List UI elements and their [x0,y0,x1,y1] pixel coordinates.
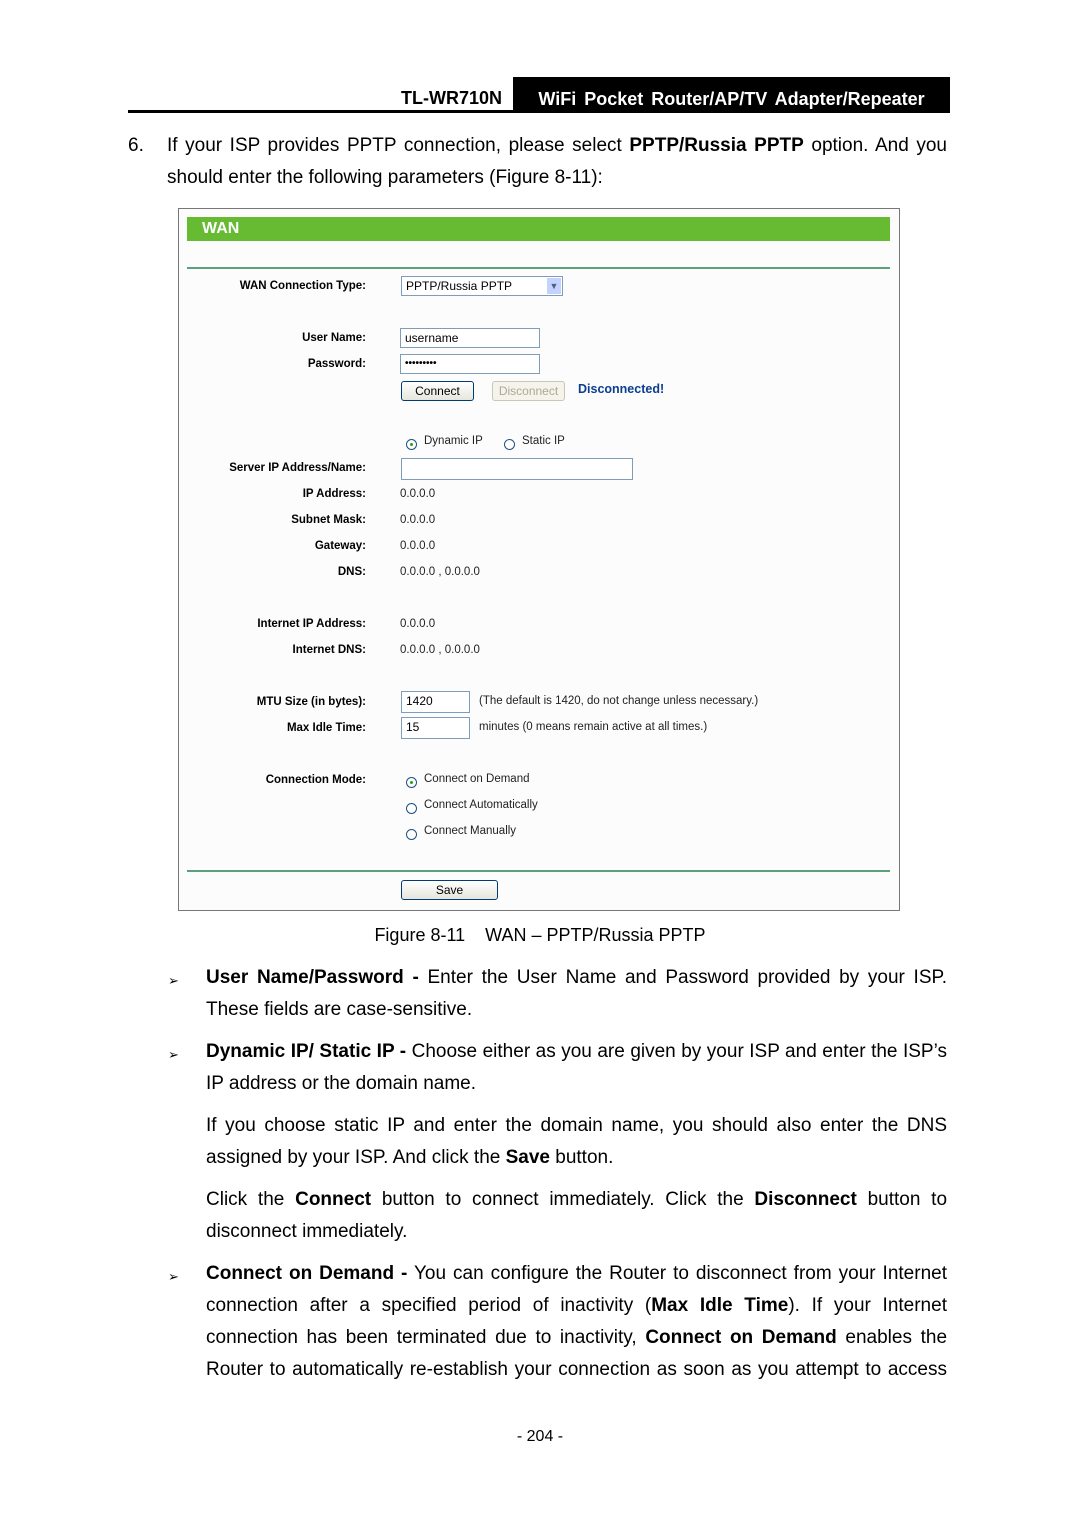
text: button. [549,1147,614,1168]
bold: Connect [295,1189,372,1210]
mode-label: Connection Mode: [265,774,366,786]
wan-type-select[interactable]: PPTP/Russia PPTP ▼ [401,276,563,296]
header-model: TL-WR710N [400,88,502,108]
gateway-value: 0.0.0.0 [400,540,436,552]
connect-on-demand-label: Connect on Demand [424,773,530,785]
idle-hint: minutes (0 means remain active at all ti… [479,721,708,733]
connect-manually-radio[interactable] [406,829,417,840]
ip-address-value: 0.0.0.0 [400,488,436,500]
bold: Disconnect [754,1189,857,1210]
bold: Save [505,1147,550,1168]
dynamic-ip-radio[interactable] [406,439,417,450]
bullet-bold: Dynamic IP/ Static IP - [206,1041,407,1062]
subnet-mask-label: Subnet Mask: [291,514,366,526]
dns-label: DNS: [337,566,366,578]
intro-bold: PPTP/Russia PPTP [629,135,804,156]
dns-value: 0.0.0.0 , 0.0.0.0 [400,566,480,578]
text: Click the [206,1189,296,1210]
step-number: 6. [128,135,144,156]
disconnect-button[interactable]: Disconnect [492,381,565,401]
ip-address-label: IP Address: [302,488,366,500]
intro-text: If your ISP provides PPTP connection, pl… [167,135,630,156]
gateway-label: Gateway: [314,540,366,552]
bullet-arrow-icon: ➢ [168,1269,179,1284]
bullet-bold: Max Idle Time [651,1295,789,1316]
mtu-input[interactable]: 1420 [401,691,470,713]
password-input[interactable]: ••••••••• [400,354,540,374]
idle-input[interactable]: 15 [401,717,470,739]
figure-caption: Figure 8-11 WAN – PPTP/Russia PPTP [374,925,706,945]
page-number: - 204 - [516,1428,564,1445]
connect-on-demand-radio[interactable] [406,777,417,788]
bullet-arrow-icon: ➢ [168,973,179,988]
bullet-username: User Name/Password - Enter the User Name… [206,962,947,1026]
internet-dns-value: 0.0.0.0 , 0.0.0.0 [400,644,480,656]
internet-ip-value: 0.0.0.0 [400,618,436,630]
chevron-down-icon: ▼ [547,278,561,294]
bullet-ip-type: Dynamic IP/ Static IP - Choose either as… [206,1036,947,1100]
static-ip-label: Static IP [522,435,565,447]
mtu-hint: (The default is 1420, do not change unle… [479,695,759,707]
click-paragraph: Click the Connect button to connect imme… [206,1184,947,1248]
static-ip-paragraph: If you choose static IP and enter the do… [206,1110,947,1174]
mtu-label: MTU Size (in bytes): [256,696,366,708]
server-input[interactable] [401,458,633,480]
connect-button[interactable]: Connect [401,381,474,401]
connect-automatically-label: Connect Automatically [424,799,538,811]
username-label: User Name: [302,332,366,344]
wan-figure: WAN WAN Connection Type: PPTP/Russia PPT… [178,208,900,911]
wan-title-bar: WAN [187,217,890,241]
bullet-bold: Connect on Demand [645,1327,837,1348]
internet-dns-label: Internet DNS: [292,644,366,656]
server-label: Server IP Address/Name: [229,462,366,474]
subnet-mask-value: 0.0.0.0 [400,514,436,526]
wan-type-value: PPTP/Russia PPTP [406,279,513,293]
header-divider [128,110,950,113]
connection-status: Disconnected! [578,382,665,396]
wan-type-label: WAN Connection Type: [239,280,366,292]
manual-page: TL-WR710N WiFi Pocket Router/AP/TV Adapt… [0,0,1080,1527]
internet-ip-label: Internet IP Address: [257,618,366,630]
bullet-bold: Connect on Demand - [206,1263,408,1284]
dynamic-ip-label: Dynamic IP [424,435,483,447]
divider [187,267,890,269]
password-label: Password: [307,358,366,370]
connect-manually-label: Connect Manually [424,825,517,837]
username-input[interactable]: username [400,328,540,348]
static-ip-radio[interactable] [504,439,515,450]
save-button[interactable]: Save [401,880,498,900]
connect-automatically-radio[interactable] [406,803,417,814]
divider [187,870,890,872]
idle-label: Max Idle Time: [286,722,366,734]
intro-paragraph: If your ISP provides PPTP connection, pl… [167,130,947,194]
bullet-connect-on-demand: Connect on Demand - You can configure th… [206,1258,947,1386]
bullet-bold: User Name/Password - [206,967,419,988]
text: button to connect immediately. Click the [371,1189,755,1210]
bullet-arrow-icon: ➢ [168,1047,179,1062]
header-product: WiFi Pocket Router/AP/TV Adapter/Repeate… [513,77,950,112]
